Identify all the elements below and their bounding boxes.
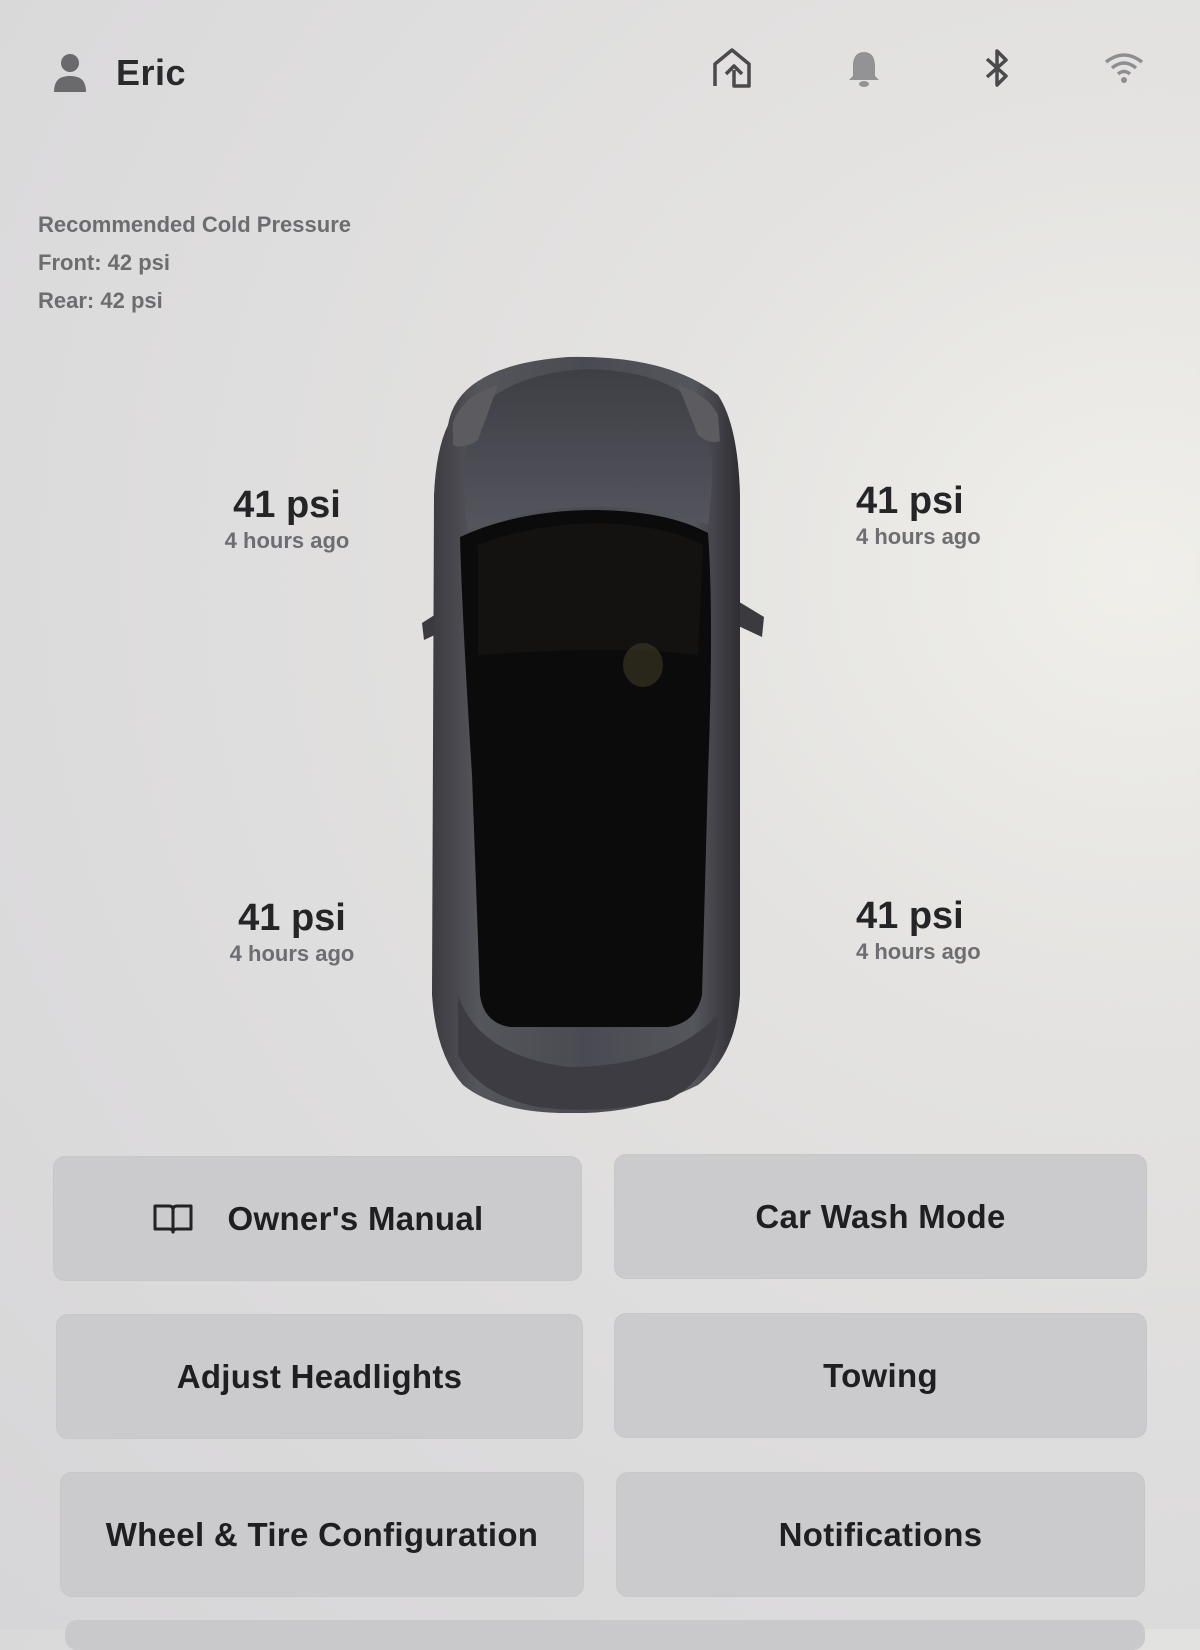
tire-updated: 4 hours ago — [856, 524, 981, 549]
tire-updated: 4 hours ago — [229, 941, 355, 966]
recommended-front: Front: 42 psi — [38, 250, 171, 275]
user-icon — [54, 54, 86, 92]
user-name: Eric — [116, 52, 187, 93]
towing-button[interactable]: Towing — [614, 1313, 1147, 1438]
wifi-icon[interactable] — [1102, 46, 1146, 90]
tire-rear-left: 41 psi 4 hours ago — [217, 897, 367, 969]
adjust-headlights-button[interactable]: Adjust Headlights — [56, 1314, 583, 1439]
car-top-view — [422, 356, 764, 1113]
tire-pressure: 41 psi — [233, 484, 341, 526]
tire-pressure: 41 psi — [856, 480, 964, 522]
wheel-tire-configuration-button[interactable]: Wheel & Tire Configuration — [60, 1472, 584, 1597]
user-profile[interactable]: Eric — [52, 52, 186, 94]
car-wash-mode-button[interactable]: Car Wash Mode — [614, 1154, 1147, 1279]
tire-front-left: 41 psi 4 hours ago — [212, 484, 362, 556]
owners-manual-button[interactable]: Owner's Manual — [53, 1156, 582, 1281]
tire-updated: 4 hours ago — [224, 528, 350, 553]
home-upload-icon[interactable] — [710, 46, 754, 90]
towing-label: Towing — [823, 1356, 938, 1394]
bell-icon[interactable] — [842, 46, 886, 90]
tire-pressure: 41 psi — [238, 897, 346, 939]
notifications-button[interactable]: Notifications — [616, 1472, 1145, 1597]
book-icon — [153, 1204, 193, 1233]
car-wash-mode-label: Car Wash Mode — [755, 1197, 1006, 1235]
next-button-partial[interactable] — [65, 1620, 1145, 1650]
recommended-pressure: Recommended Cold Pressure Front: 42 psi … — [38, 206, 351, 320]
tire-pressure: 41 psi — [856, 895, 964, 937]
bluetooth-icon[interactable] — [975, 46, 1019, 90]
recommended-rear: Rear: 42 psi — [38, 288, 163, 313]
tire-front-right: 41 psi 4 hours ago — [842, 480, 992, 552]
tire-updated: 4 hours ago — [856, 939, 981, 964]
adjust-headlights-label: Adjust Headlights — [176, 1357, 463, 1395]
notifications-label: Notifications — [778, 1515, 983, 1553]
owners-manual-label: Owner's Manual — [227, 1199, 484, 1237]
recommended-title: Recommended Cold Pressure — [38, 212, 351, 237]
tire-rear-right: 41 psi 4 hours ago — [842, 895, 992, 967]
wheel-tire-configuration-label: Wheel & Tire Configuration — [105, 1515, 539, 1553]
